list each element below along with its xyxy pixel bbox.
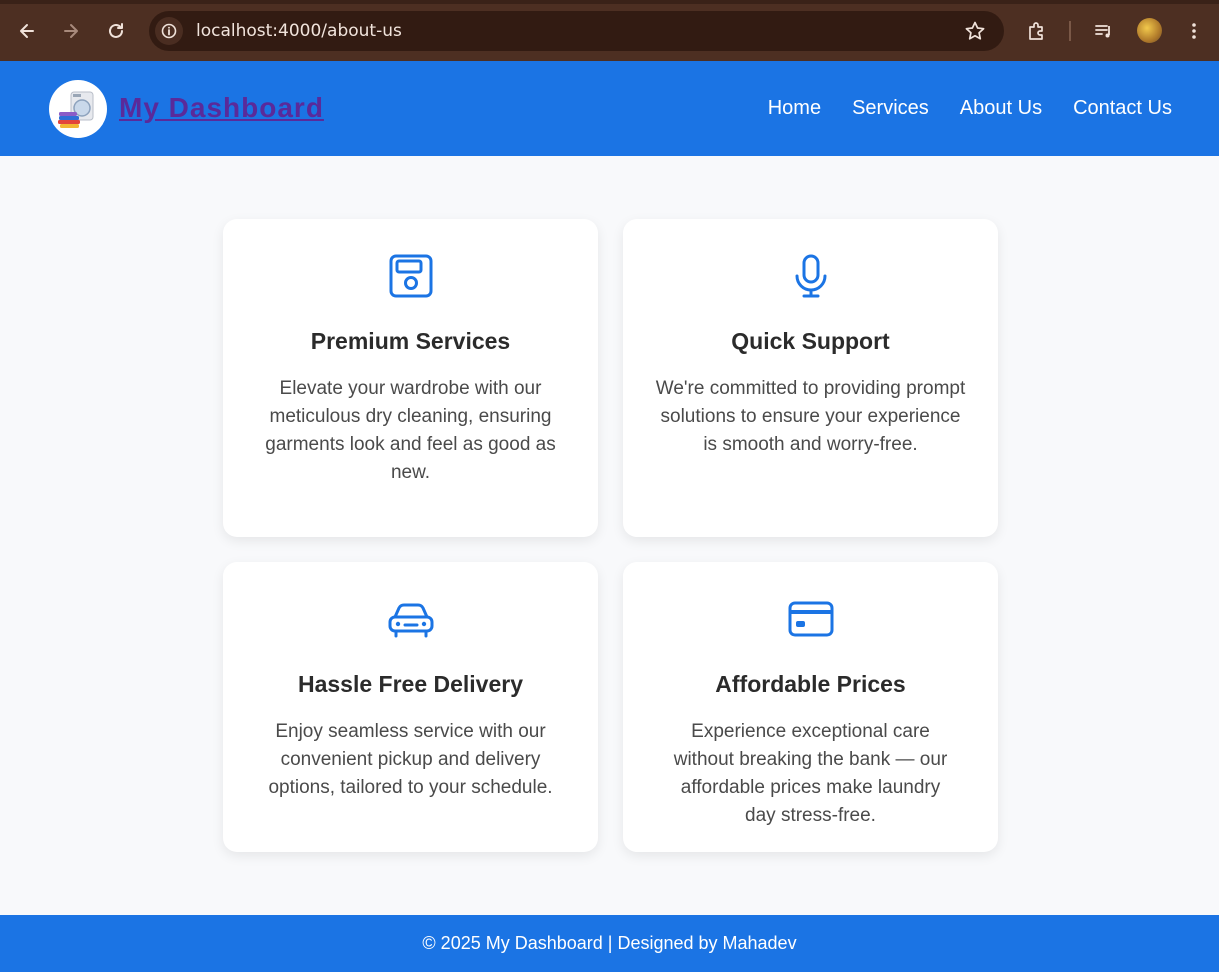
toolbar-divider	[1069, 21, 1071, 41]
info-icon[interactable]	[155, 17, 183, 45]
floppy-disk-icon	[387, 252, 435, 300]
forward-icon[interactable]	[56, 16, 86, 46]
feature-description: Enjoy seamless service with our convenie…	[268, 721, 553, 798]
url-text[interactable]: localhost:4000/about-us	[196, 21, 402, 41]
car-icon	[387, 595, 435, 643]
extensions-icon[interactable]	[1022, 16, 1052, 46]
feature-card-premium-services: Premium Services Elevate your wardrobe w…	[223, 219, 598, 537]
address-bar[interactable]: localhost:4000/about-us	[149, 11, 1004, 51]
site-header: My Dashboard Home Services About Us Cont…	[0, 61, 1219, 156]
footer-text: © 2025 My Dashboard | Designed by Mahade…	[422, 933, 797, 953]
tab-strip	[0, 0, 1219, 4]
feature-title: Affordable Prices	[715, 671, 906, 697]
feature-description: Experience exceptional care without brea…	[673, 721, 948, 826]
logo[interactable]	[49, 80, 107, 138]
feature-title: Quick Support	[731, 328, 890, 354]
feature-card-affordable-prices: Affordable Prices Experience exceptional…	[623, 562, 998, 852]
nav-link-about-us[interactable]: About Us	[960, 97, 1042, 120]
feature-title: Premium Services	[310, 328, 511, 354]
star-icon[interactable]	[964, 20, 986, 42]
credit-card-icon	[787, 595, 835, 643]
menu-icon[interactable]	[1179, 16, 1209, 46]
nav-link-home[interactable]: Home	[768, 97, 821, 120]
brand-link[interactable]: My Dashboard	[119, 92, 324, 124]
browser-toolbar: localhost:4000/about-us	[0, 0, 1219, 61]
feature-card-hassle-free-delivery: Hassle Free Delivery Enjoy seamless serv…	[223, 562, 598, 852]
microphone-icon	[787, 252, 835, 300]
feature-description: We're committed to providing prompt solu…	[655, 378, 966, 455]
profile-avatar[interactable]	[1137, 18, 1162, 43]
media-icon[interactable]	[1089, 16, 1119, 46]
nav-link-services[interactable]: Services	[852, 97, 929, 120]
back-icon[interactable]	[12, 16, 42, 46]
reload-icon[interactable]	[101, 16, 131, 46]
nav-link-contact-us[interactable]: Contact Us	[1073, 97, 1172, 120]
feature-description: Elevate your wardrobe with our meticulou…	[265, 378, 556, 483]
feature-card-quick-support: Quick Support We're committed to providi…	[623, 219, 998, 537]
feature-title: Hassle Free Delivery	[297, 671, 524, 697]
site-footer: © 2025 My Dashboard | Designed by Mahade…	[0, 915, 1219, 972]
main-nav: Home Services About Us Contact Us	[768, 97, 1172, 120]
